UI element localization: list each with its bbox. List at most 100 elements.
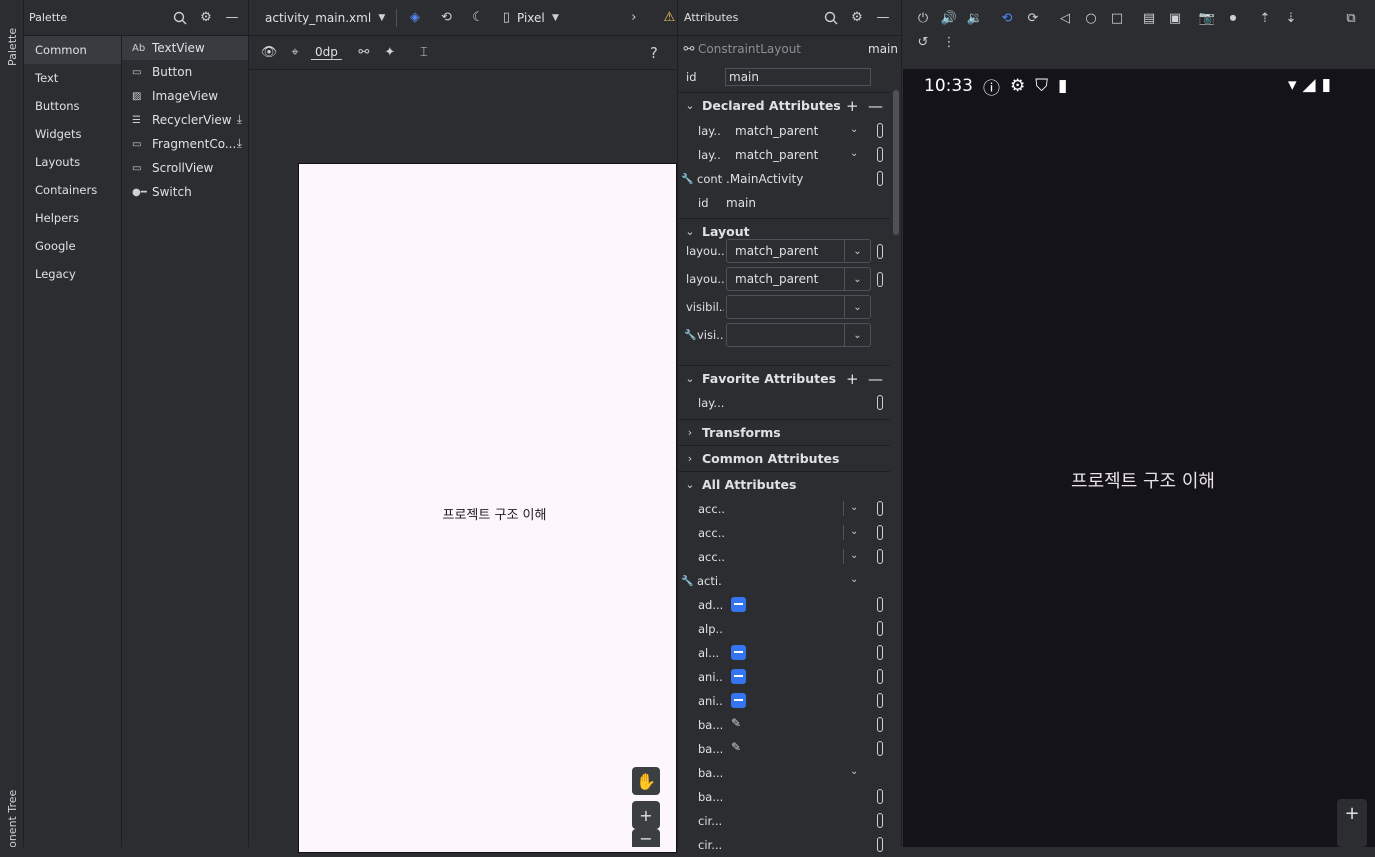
device-settings-icon[interactable]: ▤ <box>1139 8 1159 28</box>
layers-icon[interactable]: ◈ <box>407 8 422 28</box>
palette-item[interactable]: ●━ Switch <box>122 180 248 204</box>
binding-pill[interactable] <box>877 621 883 636</box>
binding-pill[interactable] <box>877 813 883 828</box>
attr-combobox[interactable]: match_parent ⌄ <box>726 239 871 263</box>
all-attr-row[interactable]: alp... <box>678 617 890 641</box>
all-attr-row[interactable]: ba... ⌄ <box>678 761 890 785</box>
device-frame-icon[interactable]: ⧉ <box>1341 8 1361 28</box>
orientation-icon[interactable]: ⟲ <box>439 8 454 28</box>
attr-value[interactable]: match_parent <box>735 124 818 138</box>
home-icon[interactable]: ○ <box>1081 8 1101 28</box>
chevron-down-icon[interactable]: ⌄ <box>850 550 858 561</box>
declared-row[interactable]: lay... match_parent ⌄ <box>678 119 890 143</box>
attr-value[interactable]: .MainActivity <box>726 172 803 186</box>
binding-pill[interactable] <box>877 669 883 684</box>
binding-pill[interactable] <box>877 717 883 732</box>
binding-pill[interactable] <box>877 272 883 287</box>
palette-category-buttons[interactable]: Buttons <box>24 92 121 120</box>
emulator-zoom-button[interactable]: + <box>1337 799 1367 847</box>
attr-combobox[interactable]: ⌄ <box>726 295 871 319</box>
volume-up-icon[interactable]: 🔊 <box>939 8 959 28</box>
design-canvas[interactable]: 프로젝트 구조 이해 ⋮ ✋ + − <box>249 71 685 853</box>
favorite-row[interactable]: lay... <box>678 391 890 415</box>
id-field[interactable]: main <box>725 68 871 86</box>
download-icon[interactable]: ⤓ <box>237 136 242 151</box>
component-tree-tab[interactable]: Component Tree <box>2 760 22 847</box>
scrollbar[interactable] <box>893 90 899 235</box>
chevron-down-icon[interactable]: ⌄ <box>850 766 858 777</box>
file-tab[interactable]: activity_main.xml <box>265 11 371 25</box>
palette-category-google[interactable]: Google <box>24 232 121 260</box>
clear-constraints-icon[interactable]: ⚯ <box>354 43 374 63</box>
record-icon[interactable]: ⏺ <box>1223 8 1243 28</box>
rotate-left-icon[interactable]: ⟲ <box>997 8 1017 28</box>
chevron-down-icon[interactable]: ⌄ <box>844 240 870 262</box>
minimize-icon[interactable]: — <box>222 8 242 28</box>
chevron-down-icon[interactable]: ⌄ <box>850 148 858 159</box>
attr-combobox[interactable]: ⌄ <box>726 323 871 347</box>
more-icon[interactable]: ⋮ <box>939 32 959 52</box>
zoom-in-button[interactable]: + <box>632 801 660 829</box>
checkbox-indeterminate[interactable] <box>731 645 746 660</box>
palette-category-widgets[interactable]: Widgets <box>24 120 121 148</box>
binding-pill[interactable] <box>877 741 883 756</box>
remove-icon[interactable]: — <box>868 97 883 115</box>
preview-textview[interactable]: 프로젝트 구조 이해 <box>299 504 690 523</box>
chevron-down-icon[interactable]: ⌄ <box>850 574 858 585</box>
chevron-down-icon[interactable]: ⌄ <box>844 296 870 318</box>
checkbox-indeterminate[interactable] <box>731 597 746 612</box>
zoom-out-button[interactable]: − <box>632 829 660 848</box>
download-icon[interactable]: ⇣ <box>1281 8 1301 28</box>
palette-category-layouts[interactable]: Layouts <box>24 148 121 176</box>
pan-hand-button[interactable]: ✋ <box>632 767 660 795</box>
chevron-down-icon[interactable]: ⌄ <box>850 502 858 513</box>
chevron-down-icon[interactable]: ▼ <box>551 8 560 28</box>
all-attr-row[interactable]: ba... <box>678 785 890 809</box>
section-common[interactable]: › Common Attributes <box>678 445 890 471</box>
rotate-right-icon[interactable]: ⟳ <box>1023 8 1043 28</box>
chevron-down-icon[interactable]: ▼ <box>377 8 386 28</box>
warning-icon[interactable]: ⚠ <box>662 8 677 28</box>
chevron-down-icon[interactable]: ⌄ <box>850 526 858 537</box>
all-attr-row[interactable]: acc... ⌄ <box>678 497 890 521</box>
magnet-icon[interactable]: ⌖ <box>285 43 305 63</box>
all-attr-row[interactable]: al... <box>678 641 890 665</box>
palette-item[interactable]: ▭ Button <box>122 60 248 84</box>
back-icon[interactable]: ◁ <box>1055 8 1075 28</box>
mirror-icon[interactable]: ▣ <box>1165 8 1185 28</box>
palette-item[interactable]: ▭ FragmentCo... ⤓ <box>122 132 248 156</box>
binding-pill[interactable] <box>877 645 883 660</box>
all-attr-row[interactable]: ba... <box>678 737 890 761</box>
palette-item[interactable]: ▨ ImageView <box>122 84 248 108</box>
chevron-down-icon[interactable]: ⌄ <box>850 124 858 135</box>
binding-pill[interactable] <box>877 549 883 564</box>
power-icon[interactable]: ⏻ <box>913 8 933 28</box>
screenshot-icon[interactable]: 📷 <box>1197 8 1217 28</box>
search-icon[interactable] <box>170 8 190 28</box>
palette-category-common[interactable]: Common <box>24 36 121 64</box>
binding-pill[interactable] <box>877 123 883 138</box>
infer-constraints-icon[interactable]: ✦ <box>380 43 400 63</box>
remove-icon[interactable]: — <box>868 370 883 388</box>
binding-pill[interactable] <box>877 837 883 852</box>
binding-pill[interactable] <box>877 501 883 516</box>
binding-pill[interactable] <box>877 171 883 186</box>
color-picker-icon[interactable]: ✎ <box>731 740 741 754</box>
declared-row[interactable]: id main <box>678 191 890 215</box>
volume-down-icon[interactable]: 🔉 <box>965 8 985 28</box>
palette-item[interactable]: Ab TextView <box>122 36 248 60</box>
all-attr-row[interactable]: cir... <box>678 833 890 857</box>
binding-pill[interactable] <box>877 525 883 540</box>
checkbox-indeterminate[interactable] <box>731 669 746 684</box>
history-icon[interactable]: ↺ <box>913 32 933 52</box>
device-icon[interactable]: ▯ <box>502 8 511 28</box>
all-attr-row[interactable]: ani... <box>678 689 890 713</box>
upload-icon[interactable]: ⇡ <box>1255 8 1275 28</box>
binding-pill[interactable] <box>877 693 883 708</box>
all-attr-row[interactable]: 🔧acti... ⌄ <box>678 569 890 593</box>
search-icon[interactable] <box>821 8 841 28</box>
binding-pill[interactable] <box>877 147 883 162</box>
color-picker-icon[interactable]: ✎ <box>731 716 741 730</box>
binding-pill[interactable] <box>877 244 883 259</box>
help-button[interactable]: ? <box>650 44 658 62</box>
